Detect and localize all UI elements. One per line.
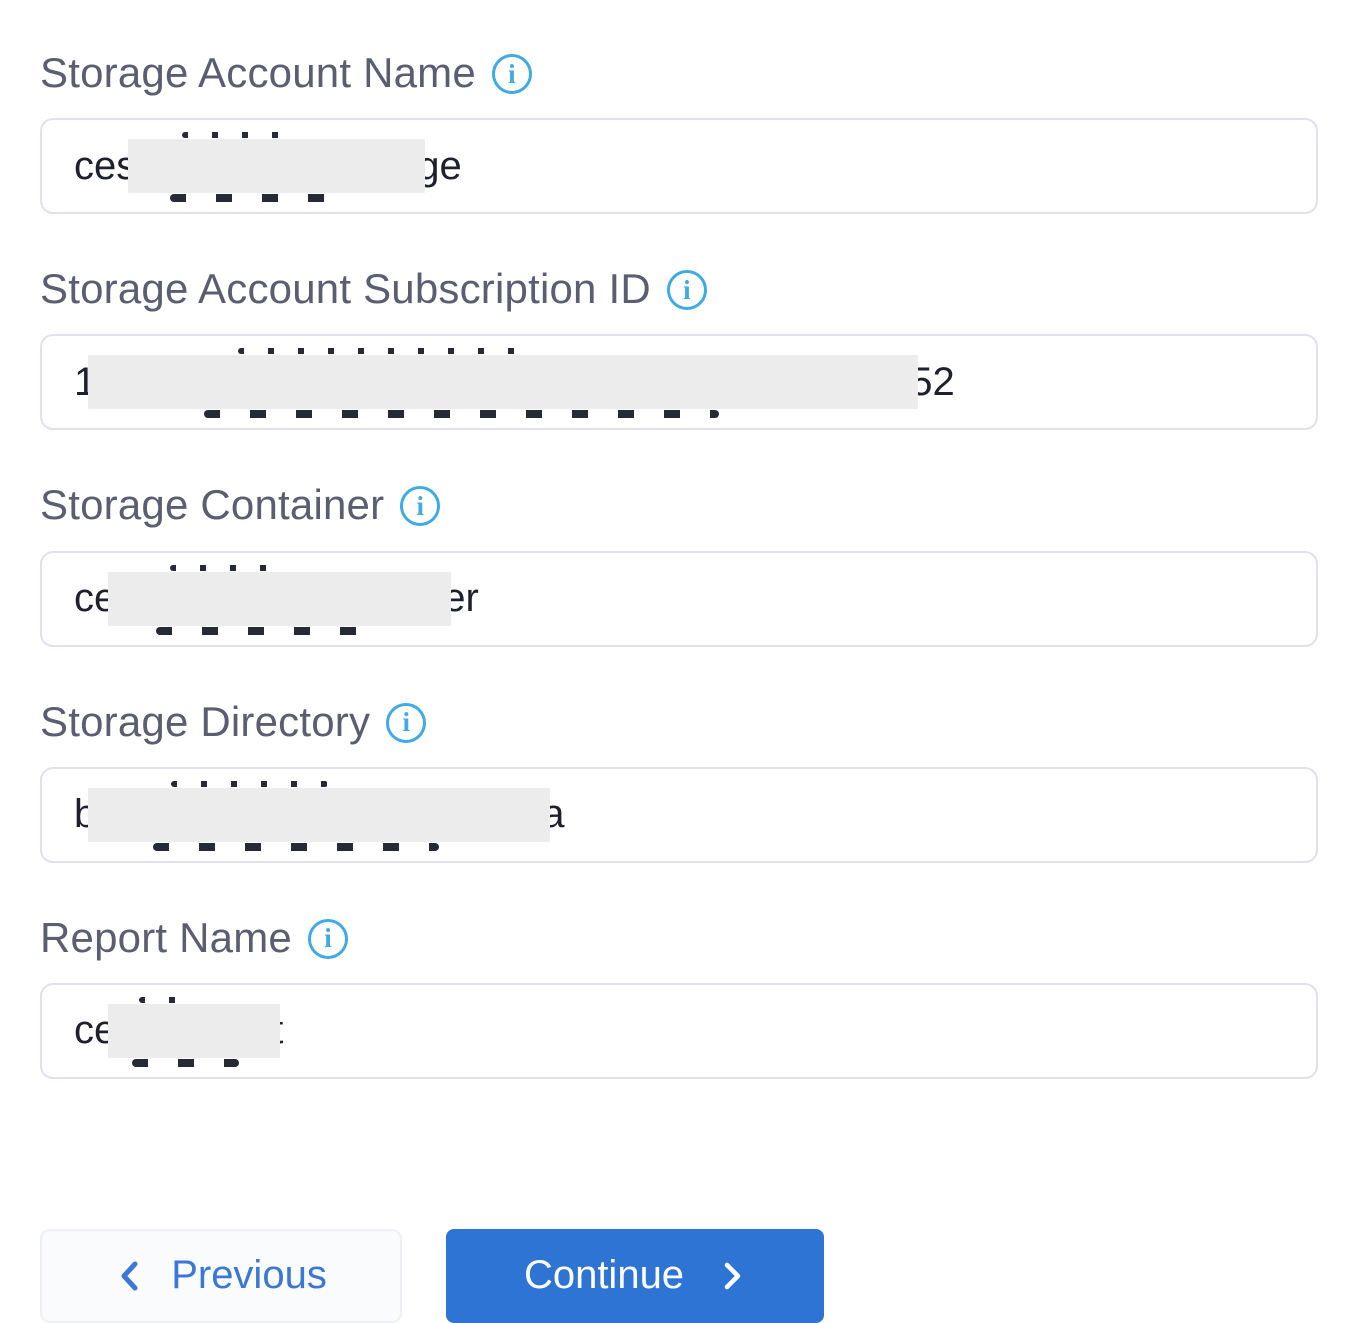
text-input[interactable]: ce er [40,551,1318,647]
field-label-row: Storage Account Name i [40,50,1318,96]
text-input[interactable]: 1 52 [40,334,1318,430]
field-label: Storage Directory [40,699,370,745]
field-label-row: Storage Directory i [40,699,1318,745]
text-input[interactable]: ce t [40,983,1318,1079]
text-input[interactable]: b a [40,767,1318,863]
info-icon[interactable]: i [492,54,532,94]
form-navigation: Previous Continue [40,1229,1318,1323]
redaction-box [128,139,425,193]
form-field: Storage Account Subscription ID i 1 52 [40,266,1318,430]
field-label: Report Name [40,915,292,961]
form-field: Storage Container i ce er [40,482,1318,646]
field-label: Storage Account Name [40,50,476,96]
field-label: Storage Container [40,482,384,528]
redaction-box [88,355,918,409]
previous-button-label: Previous [171,1253,327,1298]
input-value-prefix: ces [74,144,136,189]
chevron-right-icon [718,1260,746,1292]
continue-button[interactable]: Continue [446,1229,824,1323]
form-field: Report Name i ce t [40,915,1318,1079]
form-fields: Storage Account Name i ces ge Storage Ac… [40,50,1318,1079]
form-field: Storage Account Name i ces ge [40,50,1318,214]
redaction-box [108,572,451,626]
redaction-box [88,788,550,842]
field-label-row: Storage Container i [40,482,1318,528]
info-icon[interactable]: i [386,703,426,743]
storage-settings-form: Storage Account Name i ces ge Storage Ac… [0,0,1358,1323]
continue-button-label: Continue [524,1253,684,1298]
field-label-row: Storage Account Subscription ID i [40,266,1318,312]
chevron-left-icon [115,1259,145,1293]
previous-button[interactable]: Previous [40,1229,402,1323]
info-icon[interactable]: i [308,919,348,959]
info-icon[interactable]: i [667,270,707,310]
text-input[interactable]: ces ge [40,118,1318,214]
field-label-row: Report Name i [40,915,1318,961]
redaction-box [108,1004,280,1058]
form-field: Storage Directory i b a [40,699,1318,863]
field-label: Storage Account Subscription ID [40,266,651,312]
info-icon[interactable]: i [400,486,440,526]
